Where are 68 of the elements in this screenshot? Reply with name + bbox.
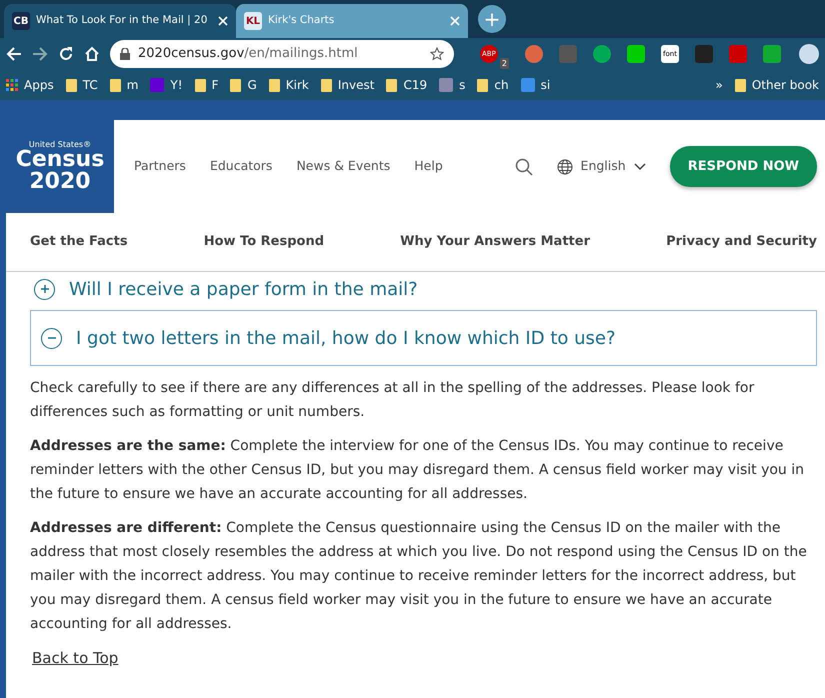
- folder-icon: [230, 78, 242, 92]
- forward-icon[interactable]: [32, 46, 48, 62]
- folder-icon: [194, 78, 206, 92]
- favicon: CB: [12, 12, 30, 30]
- bookmark[interactable]: s: [439, 76, 466, 94]
- extension-icon[interactable]: [525, 45, 543, 63]
- plus-icon: [40, 284, 50, 294]
- close-icon[interactable]: [218, 16, 228, 26]
- subnav-link[interactable]: How To Respond: [204, 232, 324, 252]
- folder-icon: [734, 78, 746, 92]
- lock-icon: [120, 48, 130, 60]
- chevron-down-icon: [634, 162, 646, 170]
- bookmark[interactable]: G: [230, 76, 257, 94]
- favicon: KL: [244, 12, 262, 30]
- site-icon: [439, 78, 454, 92]
- subnav-link[interactable]: Privacy and Security: [666, 232, 817, 252]
- more-bookmarks-button[interactable]: »: [716, 76, 723, 94]
- avatar-circle[interactable]: [799, 44, 819, 64]
- subnav-link[interactable]: Get the Facts: [30, 232, 128, 252]
- language-selector[interactable]: English: [556, 157, 646, 176]
- folder-icon: [110, 78, 121, 92]
- extension-icon[interactable]: [627, 45, 645, 63]
- bookmark[interactable]: si: [520, 76, 550, 94]
- accordion-header[interactable]: Will I receive a paper form in the mail?: [30, 272, 817, 302]
- browser-tab[interactable]: CB What To Look For in the Mail | 20: [4, 4, 236, 38]
- bookmark[interactable]: TC: [66, 76, 98, 94]
- star-icon[interactable]: [430, 47, 444, 61]
- subnav-link[interactable]: Why Your Answers Matter: [400, 232, 590, 252]
- url-text: 2020census.gov/en/mailings.html: [138, 45, 359, 64]
- nav-link[interactable]: Educators: [210, 157, 272, 176]
- bookmark[interactable]: Invest: [320, 76, 374, 94]
- bookmark[interactable]: m: [110, 76, 138, 94]
- search-icon[interactable]: [514, 158, 533, 176]
- bookmark[interactable]: F: [194, 76, 218, 94]
- bookmark-folder[interactable]: Other book: [734, 76, 819, 94]
- folder-icon: [268, 78, 280, 92]
- bookmark[interactable]: Y!: [150, 76, 183, 94]
- tab-title: What To Look For in the Mail | 20: [36, 13, 208, 28]
- extension-icon[interactable]: [763, 45, 781, 63]
- extension-icon[interactable]: [593, 45, 611, 63]
- nav-link[interactable]: Partners: [134, 157, 186, 176]
- nav-link[interactable]: News & Events: [296, 157, 390, 176]
- folder-icon: [386, 78, 398, 92]
- answer-paragraph: Addresses are different: Complete the Census questionnaire using the Census ID on the mailer with the address that most closely resembles the address at which you live. Do not respond using the Census ID on the mailer with the incorrect address. You may continue to receive reminder letters for the incorrect address, but you may disregard them. A census field worker may visit you in the future to ensure we have an accurate accounting for all addresses.: [30, 519, 808, 634]
- address-bar[interactable]: 2020census.gov/en/mailings.html: [110, 40, 454, 68]
- bookmark[interactable]: C19: [386, 76, 428, 94]
- tab-title: Kirk's Charts: [268, 13, 336, 28]
- respond-now-button[interactable]: RESPOND NOW: [670, 146, 817, 188]
- apps-grid-icon: [6, 79, 18, 91]
- folder-icon: [477, 78, 488, 92]
- answer-paragraph: Addresses are the same: Complete the interview for one of the Census IDs. You may continue to receive reminder letters with the other Census ID, but you may disregard them. A census field worker may visit you in the future to ensure we have an accurate accounting for all addresses.: [30, 437, 806, 504]
- back-to-top-link[interactable]: Back to Top: [32, 649, 118, 667]
- folder-icon: [320, 78, 332, 92]
- site-icon: [520, 78, 535, 92]
- bookmark[interactable]: ch: [477, 76, 509, 94]
- accordion-header[interactable]: I got two letters in the mail, how do I know which ID to use?: [30, 310, 817, 366]
- nav-link[interactable]: Help: [414, 157, 443, 176]
- browser-tab[interactable]: KL Kirk's Charts: [236, 4, 468, 38]
- answer-paragraph: Check carefully to see if there are any differences at all in the spelling of the addresses. Please look for differences such as formatting or unit numbers.: [30, 379, 756, 422]
- site-icon: [150, 78, 164, 92]
- home-icon[interactable]: [84, 46, 100, 62]
- badge-count: 2: [500, 58, 509, 68]
- reload-icon[interactable]: [58, 46, 74, 62]
- back-icon[interactable]: [6, 46, 22, 62]
- folder-icon: [66, 78, 77, 92]
- bookmark[interactable]: Kirk: [268, 76, 309, 94]
- bookmark[interactable]: Apps: [6, 76, 54, 94]
- globe-icon: [556, 158, 573, 174]
